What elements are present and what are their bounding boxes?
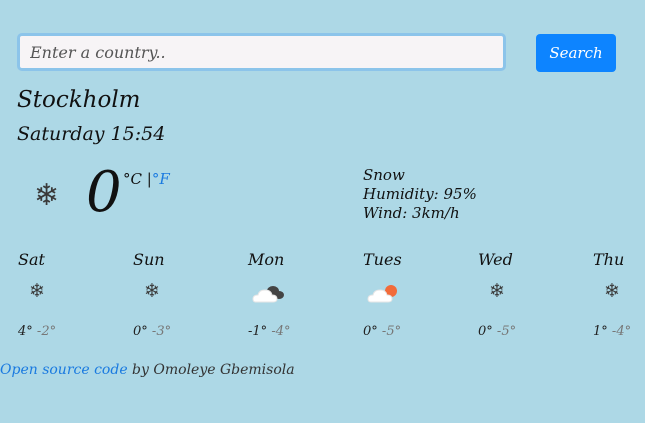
weather-app: Search Stockholm Saturday 15:54 ❄ 0 °C |… — [0, 0, 645, 423]
forecast-max: 0° — [478, 324, 493, 339]
search-button[interactable]: Search — [536, 34, 616, 72]
footer-credit: by Omoleye Gbemisola — [127, 362, 295, 378]
forecast-day: Mon -1° -4° — [248, 250, 348, 339]
forecast-day: Thu ❄ 1° -4° — [593, 250, 645, 339]
humidity: Humidity: 95% — [363, 185, 477, 203]
city-name: Stockholm — [17, 87, 141, 113]
date-time: Saturday 15:54 — [17, 123, 166, 145]
fahrenheit-unit-link[interactable]: °F — [152, 170, 170, 188]
forecast-max: 1° — [593, 324, 608, 339]
forecast-max: 4° — [18, 324, 33, 339]
open-source-link[interactable]: Open source code — [0, 362, 128, 378]
forecast-min: -4° — [271, 324, 291, 339]
partly-cloudy-sun-icon — [363, 282, 463, 314]
snowflake-icon: ❄ — [604, 280, 620, 302]
current-temperature: 0 — [86, 160, 122, 225]
forecast-min: -3° — [151, 324, 172, 339]
forecast-min: -5° — [381, 324, 402, 339]
weather-description: Snow — [363, 166, 405, 184]
snowflake-icon: ❄ — [34, 178, 60, 213]
forecast: Sat ❄ 4° -2° Sun ❄ 0° -3° Mon -1° -4° Tu… — [0, 250, 645, 340]
snowflake-icon: ❄ — [489, 280, 505, 302]
forecast-day: Tues 0° -5° — [363, 250, 463, 339]
forecast-temps: -1° -4° — [248, 324, 348, 339]
celsius-unit[interactable]: °C — [123, 170, 142, 188]
search-input[interactable] — [17, 33, 506, 71]
forecast-day: Wed ❄ 0° -5° — [478, 250, 578, 339]
weather-details: Snow Humidity: 95% Wind: 3km/h — [363, 166, 477, 223]
cloudy-night-icon — [248, 282, 348, 314]
footer: Open source code by Omoleye Gbemisola — [0, 362, 295, 378]
unit-switch: °C |°F — [123, 170, 170, 188]
forecast-day-name: Mon — [248, 250, 285, 269]
snowflake-icon: ❄ — [29, 280, 45, 302]
forecast-temps: 1° -4° — [593, 324, 645, 339]
forecast-max: -1° — [248, 324, 268, 339]
forecast-max: 0° — [133, 324, 148, 339]
forecast-day-name: Tues — [363, 250, 402, 269]
forecast-day: Sat ❄ 4° -2° — [18, 250, 118, 339]
forecast-temps: 4° -2° — [18, 324, 118, 339]
forecast-temps: 0° -3° — [133, 324, 233, 339]
forecast-min: -5° — [496, 324, 517, 339]
wind: Wind: 3km/h — [363, 204, 460, 222]
snowflake-icon: ❄ — [144, 280, 160, 302]
forecast-day-name: Thu — [593, 250, 625, 269]
forecast-day-name: Sun — [133, 250, 165, 269]
forecast-day-name: Wed — [478, 250, 513, 269]
forecast-temps: 0° -5° — [363, 324, 463, 339]
forecast-temps: 0° -5° — [478, 324, 578, 339]
forecast-min: -2° — [36, 324, 57, 339]
forecast-min: -4° — [611, 324, 632, 339]
forecast-day: Sun ❄ 0° -3° — [133, 250, 233, 339]
forecast-day-name: Sat — [18, 250, 45, 269]
forecast-max: 0° — [363, 324, 378, 339]
